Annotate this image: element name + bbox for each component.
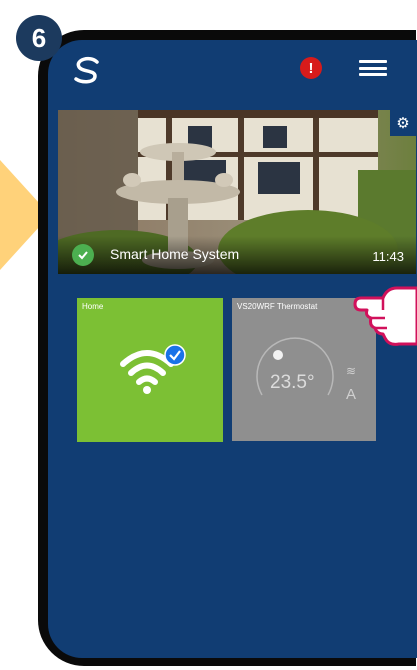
hamburger-menu-icon[interactable] [359, 60, 387, 76]
auto-mode-label: A [346, 386, 357, 403]
step-number-badge: 6 [16, 15, 62, 61]
home-tile-label: Home [82, 302, 104, 311]
thermostat-tile-label: VS20WRF Thermostat [237, 302, 318, 311]
heat-waves-icon: ≋ [346, 364, 357, 378]
thermostat-temperature: 23.5° [270, 372, 315, 393]
home-tile[interactable]: Home [77, 298, 223, 442]
system-name: Smart Home System [110, 246, 240, 262]
gear-icon[interactable]: ⚙ [390, 110, 416, 136]
alert-icon[interactable]: ! [300, 57, 322, 79]
system-time: 11:43 [372, 249, 404, 264]
pointing-hand-icon [353, 286, 417, 346]
salus-logo-icon[interactable] [70, 56, 104, 86]
app-header: ! [48, 40, 417, 100]
check-circle-icon [72, 244, 94, 266]
wifi-icon [120, 344, 186, 394]
smart-home-system-card[interactable]: ⚙ Smart Home System 11:43 [58, 110, 416, 274]
